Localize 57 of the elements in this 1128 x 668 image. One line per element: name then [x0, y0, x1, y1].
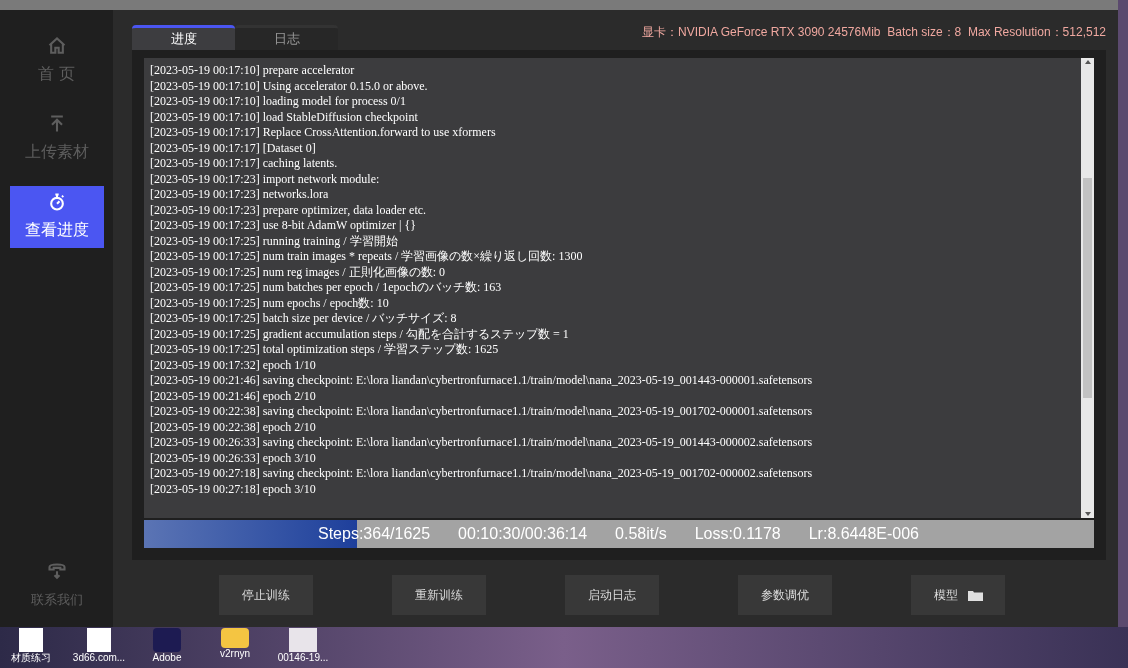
log-line: [2023-05-19 00:26:33] saving checkpoint: E:\lora liandan\cybertronfurnace1.1/train/model\nana_2023-05-19_001443-000002.safetensors [150, 435, 813, 451]
tab[interactable]: 进度 [132, 25, 235, 50]
log-line: [2023-05-19 00:22:38] saving checkpoint: E:\lora liandan\cybertronfurnace1.1/train/model\nana_2023-05-19_001702-000001.safetensors [150, 404, 813, 420]
action-button[interactable]: 启动日志 [565, 575, 659, 615]
log-line: [2023-05-19 00:21:46] epoch 2/10 [150, 388, 316, 404]
log-line: [2023-05-19 00:17:10] prepare accelerator [150, 63, 355, 79]
loss-text: Loss:0.1178 [694, 524, 781, 544]
folder-icon [967, 589, 983, 601]
lr-text: Lr:8.6448E-006 [808, 524, 919, 544]
image-thumbnail-icon[interactable] [289, 628, 317, 652]
desktop-icon-label: 00146-19... [277, 652, 329, 664]
sidebar-item[interactable]: 查看进度 [9, 186, 104, 248]
action-button[interactable]: 模型 [911, 575, 1005, 615]
log-line: [2023-05-19 00:17:32] epoch 1/10 [150, 357, 316, 373]
log-line: [2023-05-19 00:21:46] saving checkpoint: E:\lora liandan\cybertronfurnace1.1/train/model\nana_2023-05-19_001443-000001.safetensors [150, 373, 813, 389]
file-icon[interactable] [87, 628, 111, 652]
log-line: [2023-05-19 00:17:25] num epochs / epoch数: 10 [150, 295, 389, 311]
log-line: [2023-05-19 00:17:23] import network module: [150, 171, 380, 187]
log-line: [2023-05-19 00:17:10] Using accelerator 0.15.0 or above. [150, 78, 428, 94]
file-icon[interactable] [19, 628, 43, 652]
log-line: [2023-05-19 00:17:23] use 8-bit AdamW optimizer | {} [150, 218, 416, 234]
log-line: [2023-05-19 00:17:17] [Dataset 0] [150, 140, 316, 156]
log-line: [2023-05-19 00:17:25] running training / 学習開始 [150, 233, 398, 249]
gpu-info: 显卡：NVIDIA GeForce RTX 3090 24576Mib Batch size：8 Max Resolution：512,512 [642, 24, 1106, 41]
home-icon [46, 36, 67, 56]
action-button[interactable]: 参数调优 [738, 575, 832, 615]
phone-icon [46, 561, 67, 582]
log-line: [2023-05-19 00:17:25] batch size per device / バッチサイズ: 8 [150, 311, 457, 327]
log-line: [2023-05-19 00:17:25] gradient accumulation steps / 勾配を合計するステップ数 = 1 [150, 326, 569, 342]
log-line: [2023-05-19 00:17:25] num reg images / 正則化画像の数: 0 [150, 264, 445, 280]
scroll-up-icon[interactable] [1084, 60, 1091, 64]
log-line: [2023-05-19 00:22:38] epoch 2/10 [150, 419, 316, 435]
log-line: [2023-05-19 00:17:10] loading model for process 0/1 [150, 94, 406, 110]
folder-icon[interactable] [221, 628, 249, 648]
log-line: [2023-05-19 00:17:23] networks.lora [150, 187, 329, 203]
log-line: [2023-05-19 00:17:25] total optimization steps / 学習ステップ数: 1625 [150, 342, 499, 358]
log-line: [2023-05-19 00:26:33] epoch 3/10 [150, 450, 316, 466]
log-line: [2023-05-19 00:17:17] caching latents. [150, 156, 338, 172]
log-line: [2023-05-19 00:17:25] num batches per epoch / 1epochのバッチ数: 163 [150, 280, 502, 296]
scrollbar-thumb[interactable] [1083, 178, 1092, 398]
action-button[interactable]: 停止训练 [219, 575, 313, 615]
log-line: [2023-05-19 00:27:18] saving checkpoint: E:\lora liandan\cybertronfurnace1.1/train/model\nana_2023-05-19_001702-000002.safetensors [150, 466, 813, 482]
speed-text: 0.58it/s [615, 524, 667, 544]
desktop-icon-label: v2rnyn [220, 648, 250, 660]
time-text: 00:10:30/00:36:14 [458, 524, 588, 544]
log-line: [2023-05-19 00:27:18] epoch 3/10 [150, 481, 316, 497]
desktop-icon-label: Adobe [152, 652, 182, 664]
log-line: [2023-05-19 00:17:25] num train images * repeats / 学習画像の数×繰り返し回数: 1300 [150, 249, 583, 265]
app-icon[interactable] [153, 628, 181, 652]
log-line: [2023-05-19 00:17:17] Replace CrossAttention.forward to use xformers [150, 125, 496, 141]
tab[interactable]: 日志 [235, 25, 338, 50]
scroll-down-icon[interactable] [1084, 512, 1091, 516]
action-button[interactable]: 重新训练 [392, 575, 486, 615]
desktop-icon-label: 3d66.com... [72, 652, 126, 664]
log-line: [2023-05-19 00:17:10] load StableDiffusion checkpoint [150, 109, 418, 125]
log-line: [2023-05-19 00:17:23] prepare optimizer, data loader etc. [150, 202, 427, 218]
desktop-icon-label: 材质练习 [11, 652, 51, 664]
